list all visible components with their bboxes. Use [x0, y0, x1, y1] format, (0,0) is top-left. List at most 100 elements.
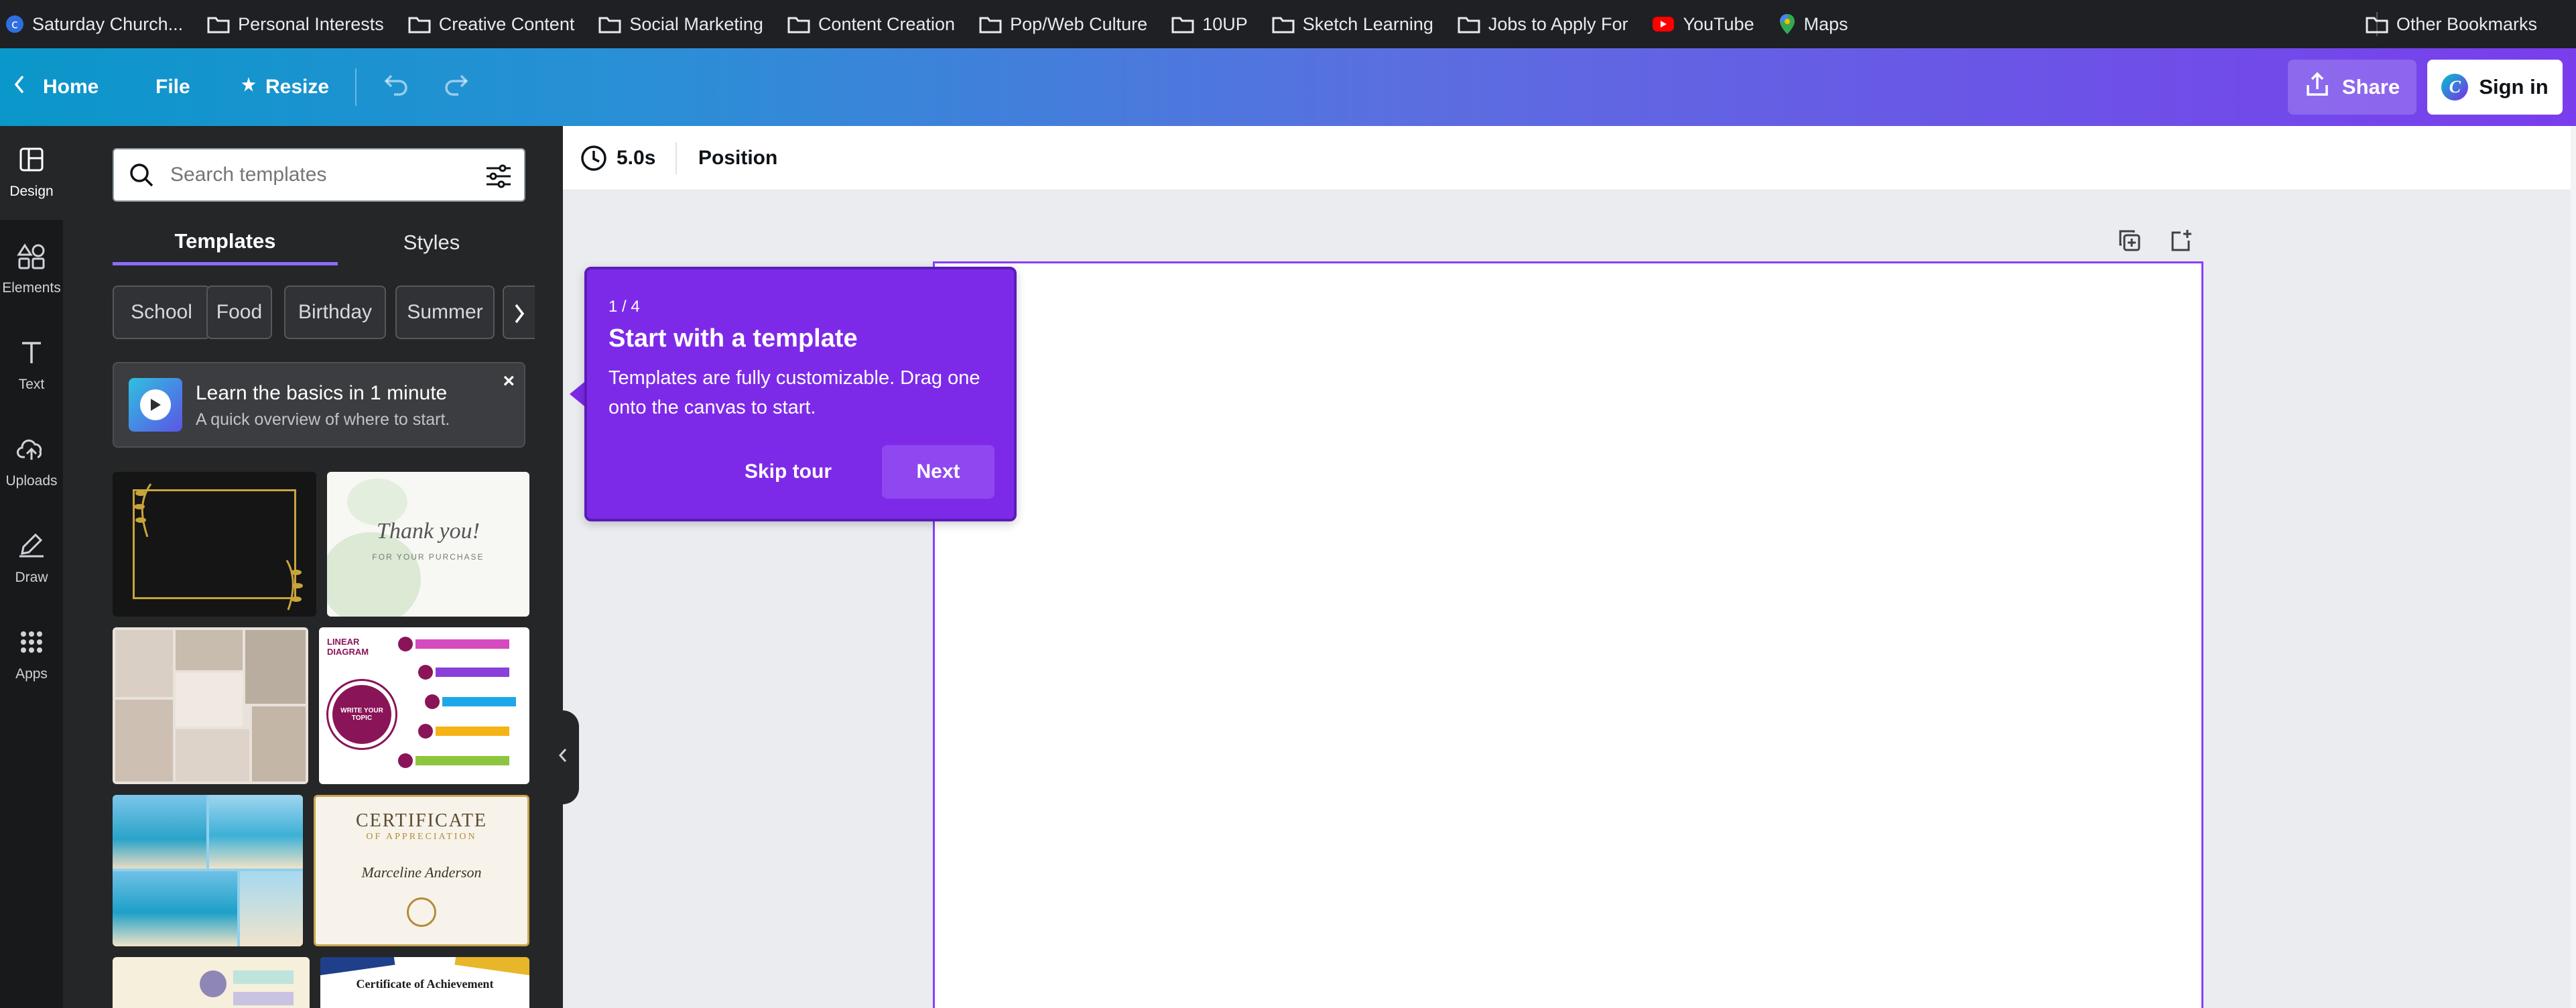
- clock-icon: [580, 145, 607, 172]
- diagram-steps: [398, 634, 523, 775]
- rail-item-draw[interactable]: Draw: [0, 512, 63, 606]
- photo-tile: [115, 700, 173, 781]
- photo-tile: [176, 630, 243, 670]
- bookmark-label: Sketch Learning: [1302, 13, 1433, 34]
- template-thumbnail-beach[interactable]: [113, 795, 303, 946]
- laurel-seal: [407, 897, 436, 927]
- sign-in-label: Sign in: [2479, 75, 2549, 99]
- duplicate-page-icon[interactable]: [2118, 229, 2142, 253]
- search-templates-input[interactable]: [170, 164, 472, 186]
- photo-tile: [252, 706, 306, 781]
- tour-pointer-arrow: [570, 382, 584, 406]
- photo-tile: [176, 673, 243, 727]
- bookmark-pop-web-culture[interactable]: Pop/Web Culture: [979, 0, 1147, 48]
- rail-item-text[interactable]: Text: [0, 319, 63, 413]
- learn-basics-title: Learn the basics in 1 minute: [196, 382, 448, 404]
- template-thumbnail-certificate-achievement[interactable]: Certificate of Achievement: [320, 957, 529, 1008]
- layout-icon: [18, 146, 45, 184]
- tab-templates[interactable]: Templates: [113, 220, 338, 265]
- folder-icon: [787, 15, 810, 34]
- maps-icon: [1779, 13, 1796, 35]
- bookmark-label: Social Marketing: [629, 13, 763, 34]
- bookmark-saturday-church[interactable]: c Saturday Church...: [5, 0, 183, 48]
- bookmark-10up[interactable]: 10UP: [1171, 0, 1248, 48]
- tour-body: Templates are fully customizable. Drag o…: [608, 367, 980, 418]
- photo-tile: [245, 630, 306, 704]
- template-thumbnail-moodboard[interactable]: [113, 627, 308, 784]
- close-icon[interactable]: ×: [503, 370, 515, 393]
- rail-item-elements[interactable]: Elements: [0, 223, 63, 316]
- folder-icon: [1171, 15, 1194, 34]
- undo-button[interactable]: [381, 48, 410, 126]
- bookmark-sketch-learning[interactable]: Sketch Learning: [1272, 0, 1433, 48]
- tour-title: Start with a template: [608, 324, 858, 353]
- folder-icon: [2366, 15, 2388, 34]
- onboarding-tour-card: 1 / 4 Start with a template Templates ar…: [584, 267, 1017, 521]
- bookmark-youtube[interactable]: YouTube: [1652, 0, 1754, 48]
- rail-item-uploads[interactable]: Uploads: [0, 416, 63, 509]
- youtube-icon: [1652, 15, 1675, 33]
- bookmark-content-creation[interactable]: Content Creation: [787, 0, 955, 48]
- template-thumbnail-certificate-appreciation[interactable]: CERTIFICATE OF APPRECIATION Marceline An…: [314, 795, 529, 946]
- file-menu-button[interactable]: File: [155, 48, 190, 126]
- bookmark-label: 10UP: [1202, 13, 1248, 34]
- sign-in-button[interactable]: C Sign in: [2427, 60, 2563, 115]
- template-thumbnail-thank-you[interactable]: Thank you! FOR YOUR PURCHASE: [327, 472, 529, 617]
- design-canvas[interactable]: [933, 261, 2203, 1008]
- tab-styles[interactable]: Styles: [338, 220, 525, 265]
- resize-label: Resize: [265, 76, 330, 98]
- upload-share-icon: [2305, 72, 2330, 103]
- collapse-panel-button[interactable]: [547, 710, 579, 804]
- rail-label: Apps: [15, 666, 48, 682]
- bookmark-other[interactable]: Other Bookmarks: [2366, 0, 2537, 48]
- filter-sliders-icon[interactable]: [485, 163, 512, 190]
- folder-icon: [207, 15, 230, 34]
- svg-text:c: c: [11, 17, 18, 32]
- resize-button[interactable]: Resize: [240, 48, 329, 126]
- bookmark-creative-content[interactable]: Creative Content: [408, 0, 574, 48]
- bookmarks-bar: c Saturday Church... Personal Interests …: [0, 0, 2576, 48]
- text-icon: [18, 339, 45, 377]
- rail-item-apps[interactable]: Apps: [0, 609, 63, 702]
- timeline-dot: [200, 970, 227, 997]
- thank-you-text: Thank you!: [377, 519, 480, 544]
- video-thumbnail: [129, 378, 182, 432]
- skip-tour-button[interactable]: Skip tour: [734, 445, 842, 499]
- home-button[interactable]: Home: [13, 48, 99, 126]
- chips-scroll-right-button[interactable]: [503, 286, 535, 339]
- rail-item-design[interactable]: Design: [0, 126, 63, 220]
- bookmark-jobs[interactable]: Jobs to Apply For: [1458, 0, 1628, 48]
- position-button[interactable]: Position: [698, 126, 777, 190]
- template-thumbnail-timeline[interactable]: [113, 957, 310, 1008]
- bookmark-maps[interactable]: Maps: [1779, 0, 1848, 48]
- learn-basics-card[interactable]: Learn the basics in 1 minute A quick ove…: [113, 362, 525, 448]
- add-page-icon[interactable]: [2169, 229, 2193, 253]
- template-thumbnail-black-gold[interactable]: [113, 472, 316, 617]
- rail-label: Design: [9, 184, 54, 199]
- bookmark-label: Other Bookmarks: [2396, 13, 2537, 34]
- duration-button[interactable]: 5.0s: [580, 126, 655, 190]
- chevron-left-icon: [13, 74, 25, 100]
- bookmark-personal-interests[interactable]: Personal Interests: [207, 0, 384, 48]
- template-thumbnail-linear-diagram[interactable]: LINEAR DIAGRAM WRITE YOUR TOPIC: [319, 627, 529, 784]
- bookmark-social-marketing[interactable]: Social Marketing: [598, 0, 763, 48]
- share-button[interactable]: Share: [2288, 60, 2417, 115]
- folder-icon: [1272, 15, 1295, 34]
- redo-button[interactable]: [442, 48, 472, 126]
- folder-icon: [598, 15, 621, 34]
- chip-birthday[interactable]: Birthday: [284, 286, 386, 339]
- photo-tile: [113, 871, 237, 946]
- chip-school[interactable]: School: [113, 286, 210, 339]
- thank-sub-text: FOR YOUR PURCHASE: [372, 552, 485, 562]
- chip-summer[interactable]: Summer: [395, 286, 495, 339]
- resize-icon: [240, 76, 257, 99]
- rail-label: Text: [18, 377, 45, 392]
- apps-grid-icon: [18, 629, 45, 666]
- timeline-bar: [233, 992, 294, 1005]
- ribbon-decoration: [454, 957, 529, 976]
- left-rail: Design Elements Text Uploads Draw Apps: [0, 126, 63, 1008]
- toolbar-divider: [355, 68, 357, 106]
- next-button[interactable]: Next: [882, 445, 994, 499]
- folder-icon: [1458, 15, 1480, 34]
- chip-food[interactable]: Food: [206, 286, 272, 339]
